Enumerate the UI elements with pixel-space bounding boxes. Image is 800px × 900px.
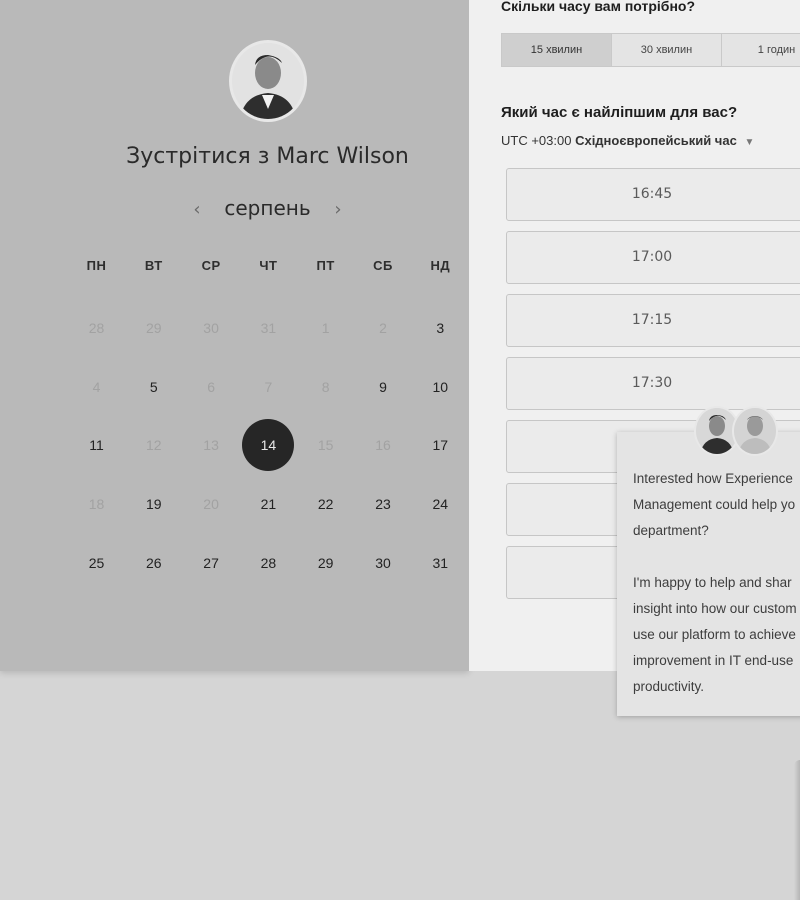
calendar-day[interactable]: 31 [414,537,466,589]
chat-paragraph: Interested how Experience Management coul… [633,466,800,544]
chat-line: Management could help yo [633,497,796,512]
weekday-label: СР [201,258,221,273]
weekday-label: СБ [373,258,393,273]
duration-tab-30[interactable]: 30 хвилин [611,33,722,67]
person-avatar-icon [734,408,776,454]
calendar-day[interactable]: 29 [300,537,352,589]
chat-agent-avatar-2 [732,406,778,456]
calendar-day[interactable]: 27 [185,537,237,589]
weekday-label: ПТ [316,258,335,273]
chat-line: productivity. [633,679,705,694]
calendar-day[interactable]: 11 [71,419,123,471]
duration-tab-60[interactable]: 1 годин [721,33,800,67]
host-avatar [229,40,307,122]
calendar-day[interactable]: 21 [242,478,294,530]
calendar-day: 7 [264,378,273,395]
duration-tabs: 15 хвилин 30 хвилин 1 годин [501,33,800,67]
timezone-name: Східноєвропейський час [575,133,737,148]
calendar-day[interactable]: 10 [414,361,466,413]
calendar-day: 30 [203,320,219,336]
weekday-label: НД [430,258,451,273]
calendar-day: 13 [203,437,219,454]
month-label: серпень [224,196,311,220]
calendar-day[interactable]: 22 [300,478,352,530]
duration-question: Скільки часу вам потрібно? [501,0,696,14]
month-navigation: ‹ серпень › [0,196,535,220]
calendar-day[interactable]: 17 [414,419,466,471]
chat-line: improvement in IT end-use [633,653,794,668]
weekday-label: ПН [86,258,107,273]
calendar-day[interactable]: 25 [71,537,123,589]
chat-line: department? [633,523,709,538]
calendar-grid: 28 29 30 31 1 2 3 4 5 6 7 8 9 10 11 12 13 14 15 16 17 18 19 20 2… [68,300,468,600]
chat-line: use our platform to achieve [633,627,796,642]
calendar-day: 12 [146,437,162,454]
calendar-day[interactable]: 5 [128,361,180,413]
calendar-day: 4 [92,378,101,395]
duration-tab-15[interactable]: 15 хвилин [501,33,612,67]
calendar-day-selected[interactable]: 14 [242,419,295,472]
chat-line: I'm happy to help and shar [633,575,792,590]
time-question: Який час є найліпшим для вас? [501,104,738,121]
calendar-panel: Зустрітися з Marc Wilson ‹ серпень › ПН В… [0,0,469,671]
time-slot-button[interactable]: 16:45 [506,168,800,221]
time-slot-button[interactable]: 17:30 [506,357,800,410]
chat-avatars [694,406,784,460]
calendar-day: 18 [88,496,105,513]
calendar-day: 31 [260,320,277,336]
calendar-day: 2 [379,320,387,336]
caret-down-icon: ▼ [744,137,755,148]
calendar-day[interactable]: 9 [357,361,409,413]
calendar-day: 6 [207,378,215,395]
timezone-offset: UTC +03:00 [501,133,572,148]
calendar-day[interactable]: 28 [242,537,294,589]
calendar-day: 29 [146,320,162,336]
weekday-label: ЧТ [259,258,278,273]
calendar-day[interactable]: 23 [357,478,409,530]
chat-line: insight into how our custom [633,601,797,616]
weekday-label: ВТ [144,258,163,273]
calendar-day[interactable]: 3 [414,302,466,354]
time-slot-button[interactable]: 17:15 [506,294,800,347]
calendar-day[interactable]: 19 [128,478,180,530]
calendar-day: 28 [88,320,105,336]
calendar-day: 15 [317,437,334,454]
meeting-title: Зустрітися з Marc Wilson [126,144,409,169]
calendar-day[interactable]: 30 [357,537,409,589]
calendar-day[interactable]: 24 [414,478,466,530]
calendar-day: 20 [203,496,219,513]
chat-message: Interested how Experience Management coul… [633,466,800,700]
calendar-day[interactable]: 26 [128,537,180,589]
page-edge-shadow [794,760,800,900]
calendar-day: 8 [321,378,330,395]
person-avatar-icon [232,43,304,119]
weekday-header: ПН ВТ СР ЧТ ПТ СБ НД [68,258,468,278]
chat-paragraph: I'm happy to help and shar insight into h… [633,570,800,700]
time-slot-button[interactable]: 17:00 [506,231,800,284]
timezone-selector[interactable]: UTC +03:00 Східноєвропейський час ▼ [501,133,754,148]
chat-popup[interactable]: Interested how Experience Management coul… [617,432,800,716]
chat-line: Interested how Experience [633,471,793,486]
calendar-day: 16 [375,437,391,454]
next-month-button[interactable]: › [327,199,349,220]
prev-month-button[interactable]: ‹ [186,199,208,220]
calendar-day: 1 [321,320,330,336]
